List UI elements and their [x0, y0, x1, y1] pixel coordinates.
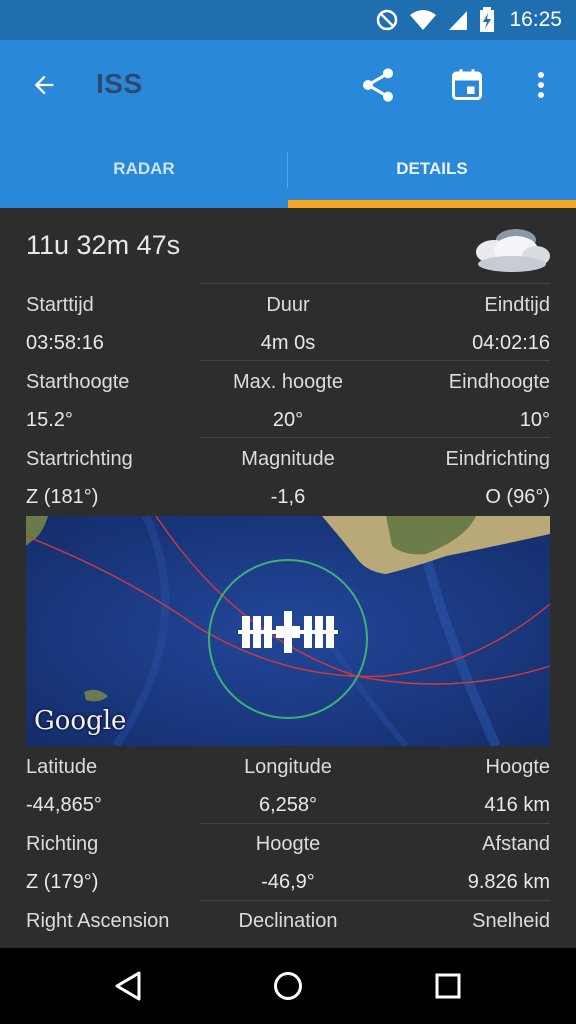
value-row: Z (179°) -46,9° 9.826 km — [26, 871, 550, 907]
share-button[interactable] — [355, 62, 401, 108]
divider — [200, 360, 550, 361]
value-row: 15.2° 20° 10° — [26, 409, 550, 445]
divider — [200, 900, 550, 901]
app-bar: ISS — [0, 40, 576, 130]
magnitude-value: -1,6 — [270, 486, 306, 508]
more-vert-icon — [538, 72, 544, 98]
divider — [200, 283, 550, 284]
tab-bar: RADAR DETAILS — [0, 130, 576, 208]
altitude-value: 416 km — [484, 794, 550, 816]
altitude-label: Hoogte — [485, 756, 551, 778]
page-title: ISS — [96, 68, 143, 99]
divider — [200, 823, 550, 824]
end-altitude-label: Eindhoogte — [448, 371, 550, 393]
value-row: 03:58:16 4m 0s 04:02:16 — [26, 332, 550, 368]
arrow-back-icon — [34, 75, 54, 95]
share-icon — [363, 68, 393, 102]
label-row: Right Ascension Declination Snelheid — [26, 910, 550, 946]
google-attribution: Google — [34, 706, 127, 736]
speed-label: Snelheid — [472, 910, 550, 932]
countdown-text: 11u 32m 47s — [26, 230, 181, 260]
divider — [200, 437, 550, 438]
details-panel: 11u 32m 47s Starttijd Duur Eindtijd 03:5… — [0, 208, 576, 948]
end-time-label: Eindtijd — [484, 294, 550, 316]
tab-details[interactable]: DETAILS — [288, 130, 576, 208]
label-row: Latitude Longitude Hoogte — [26, 756, 550, 792]
duration-label: Duur — [266, 294, 310, 316]
end-time-value: 04:02:16 — [472, 332, 550, 354]
label-row: Starttijd Duur Eindtijd — [26, 294, 550, 330]
end-altitude-value: 10° — [519, 409, 550, 431]
dnd-icon — [377, 9, 398, 31]
status-time: 16:25 — [509, 8, 562, 31]
longitude-label: Longitude — [244, 756, 332, 778]
back-button[interactable] — [22, 63, 66, 107]
nav-back-button[interactable] — [104, 962, 152, 1010]
tab-indicator — [288, 200, 576, 208]
system-nav-bar — [0, 948, 576, 1024]
calendar-button[interactable] — [444, 62, 490, 108]
status-bar: 16:25 — [0, 0, 576, 40]
iss-icon — [238, 611, 338, 653]
battery-charging-icon — [480, 7, 495, 32]
label-row: Startrichting Magnitude Eindrichting — [26, 448, 550, 484]
ground-track-map[interactable]: Google — [26, 516, 550, 746]
signal-icon — [449, 11, 468, 30]
cloudy-icon — [476, 229, 550, 272]
tab-radar[interactable]: RADAR — [0, 130, 288, 208]
more-options-button[interactable] — [518, 62, 564, 108]
label-row: Richting Hoogte Afstand — [26, 833, 550, 869]
back-triangle-icon — [115, 971, 141, 1001]
nav-home-button[interactable] — [264, 962, 312, 1010]
end-direction-value: O (96°) — [485, 486, 550, 508]
recents-square-icon — [435, 973, 461, 999]
nav-recents-button[interactable] — [424, 962, 472, 1010]
home-circle-icon — [274, 972, 302, 1000]
label-row: Starthoogte Max. hoogte Eindhoogte — [26, 371, 550, 407]
distance-value: 9.826 km — [467, 871, 550, 893]
distance-label: Afstand — [482, 833, 550, 855]
calendar-icon — [452, 69, 482, 100]
max-altitude-value: 20° — [272, 409, 304, 431]
value-row: -44,865° 6,258° 416 km — [26, 794, 550, 830]
longitude-value: 6,258° — [258, 794, 318, 816]
end-direction-label: Eindrichting — [445, 448, 550, 470]
elevation-label: Hoogte — [255, 833, 321, 855]
wifi-icon — [410, 10, 437, 30]
